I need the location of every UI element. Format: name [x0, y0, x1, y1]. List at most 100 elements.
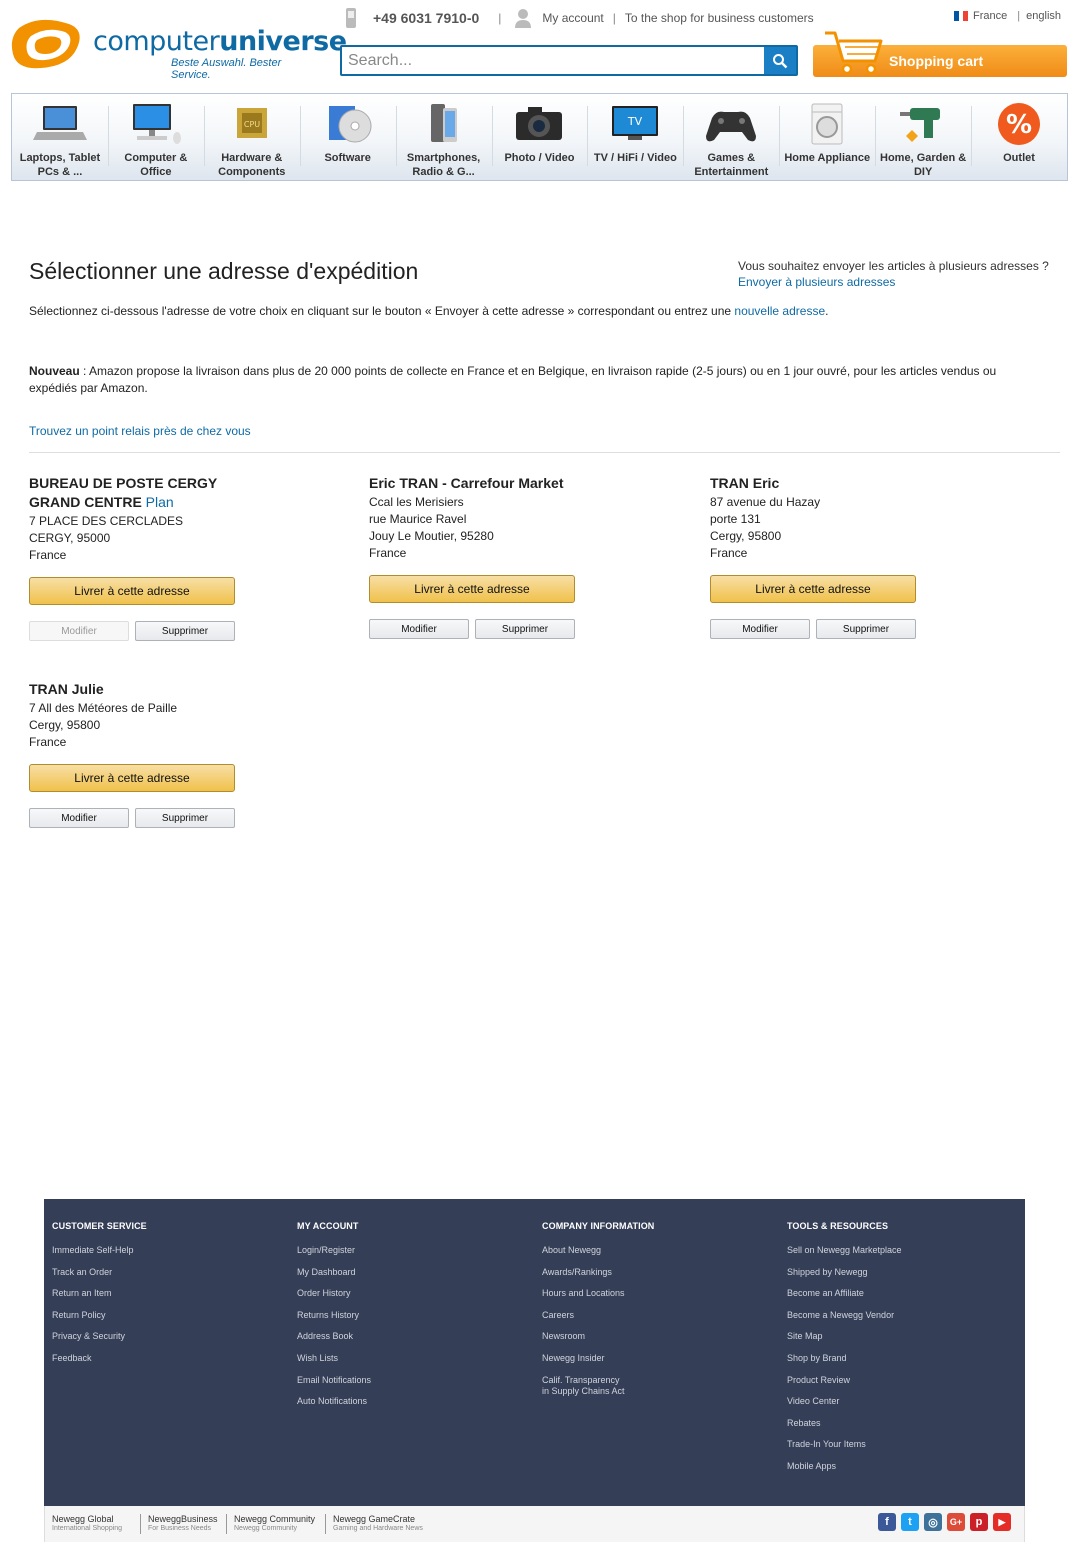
intro-paragraph: Sélectionnez ci-dessous l'adresse de vot…: [29, 304, 828, 318]
category-outlet[interactable]: % Outlet: [971, 94, 1067, 180]
footer-link[interactable]: Trade-In Your Items: [787, 1439, 902, 1450]
address-country: France: [369, 546, 407, 560]
footer-link[interactable]: Shop by Brand: [787, 1353, 902, 1364]
footer-link[interactable]: Become an Affiliate: [787, 1288, 902, 1299]
footer-link[interactable]: Auto Notifications: [297, 1396, 371, 1407]
footer-link[interactable]: Site Map: [787, 1331, 902, 1342]
address-name: Eric TRAN - Carrefour Market: [369, 475, 564, 491]
google-plus-icon[interactable]: G+: [947, 1513, 965, 1531]
search-input[interactable]: [342, 47, 764, 74]
find-relay-point-link[interactable]: Trouvez un point relais près de chez vou…: [29, 424, 251, 438]
footer-link[interactable]: Careers: [542, 1310, 654, 1321]
footer-link[interactable]: Awards/Rankings: [542, 1267, 654, 1278]
category-software[interactable]: Software: [299, 94, 396, 180]
address-map-link[interactable]: Plan: [146, 494, 174, 510]
footer-bottom-link[interactable]: Newegg Community Newegg Community: [226, 1514, 315, 1534]
deliver-to-address-button[interactable]: Livrer à cette adresse: [710, 575, 916, 603]
address-card: TRAN Eric 87 avenue du Hazay porte 131 C…: [710, 474, 940, 639]
category-home-garden[interactable]: Home, Garden & DIY: [875, 94, 971, 180]
category-photo-video[interactable]: Photo / Video: [491, 94, 588, 180]
footer-bottom-link[interactable]: NeweggBusiness For Business Needs: [140, 1514, 218, 1534]
laptop-icon: [32, 106, 87, 140]
footer-link[interactable]: Newegg Insider: [542, 1353, 654, 1364]
my-account-link[interactable]: My account: [542, 11, 603, 25]
footer-bottom-link[interactable]: Newegg Global International Shopping: [52, 1514, 122, 1534]
footer-link[interactable]: Return an Item: [52, 1288, 147, 1299]
footer-link[interactable]: Hours and Locations: [542, 1288, 654, 1299]
page-title: Sélectionner une adresse d'expédition: [29, 258, 419, 284]
france-flag-icon: [954, 11, 969, 21]
youtube-icon[interactable]: ▶: [993, 1513, 1011, 1531]
site-logo[interactable]: computeruniverse Beste Auswahl. Bester S…: [11, 18, 347, 81]
washing-machine-icon: [811, 103, 843, 145]
address-name: BUREAU DE POSTE CERGY GRAND CENTRE Plan: [29, 475, 217, 510]
category-computer-office[interactable]: Computer & Office: [107, 94, 204, 180]
address-line: 7 All des Météores de Paille: [29, 701, 178, 715]
shopping-cart-button[interactable]: Shopping cart: [813, 31, 1067, 77]
category-label: Photo / Video: [504, 152, 575, 164]
footer-link[interactable]: About Newegg: [542, 1245, 654, 1256]
footer-link[interactable]: Track an Order: [52, 1267, 147, 1278]
category-hardware[interactable]: CPU Hardware & Components: [203, 94, 300, 180]
tv-icon: TV: [612, 106, 659, 140]
footer-link[interactable]: Order History: [297, 1288, 371, 1299]
deliver-to-address-button[interactable]: Livrer à cette adresse: [29, 764, 235, 792]
footer-link[interactable]: Returns History: [297, 1310, 371, 1321]
footer-link[interactable]: Privacy & Security: [52, 1331, 147, 1342]
delete-address-button[interactable]: Supprimer: [475, 619, 575, 639]
deliver-to-address-button[interactable]: Livrer à cette adresse: [29, 577, 235, 605]
social-links: f t ◎ G+ p ▶: [878, 1513, 1011, 1531]
modify-address-button[interactable]: Modifier: [369, 619, 469, 639]
category-games[interactable]: Games & Entertainment: [683, 94, 779, 180]
footer-link[interactable]: Email Notifications: [297, 1375, 371, 1386]
footer-link[interactable]: Address Book: [297, 1331, 371, 1342]
footer-bottom-link[interactable]: Newegg GameCrate Gaming and Hardware News: [325, 1514, 423, 1534]
category-nav: Laptops, Tablet PCs & ... Computer & Off…: [11, 93, 1068, 181]
footer-link[interactable]: Mobile Apps: [787, 1461, 902, 1472]
delete-address-button[interactable]: Supprimer: [816, 619, 916, 639]
category-smartphones[interactable]: Smartphones, Radio & G...: [395, 94, 492, 180]
footer-link[interactable]: Product Review: [787, 1375, 902, 1386]
new-address-link[interactable]: nouvelle adresse: [734, 304, 825, 318]
category-laptops[interactable]: Laptops, Tablet PCs & ...: [12, 94, 108, 180]
footer-link[interactable]: Shipped by Newegg: [787, 1267, 902, 1278]
modify-address-button[interactable]: Modifier: [710, 619, 810, 639]
address-card: TRAN Julie 7 All des Météores de Paille …: [29, 680, 259, 828]
footer-link[interactable]: Login/Register: [297, 1245, 371, 1256]
footer-link[interactable]: Sell on Newegg Marketplace: [787, 1245, 902, 1256]
multi-address-link[interactable]: Envoyer à plusieurs adresses: [738, 275, 895, 289]
footer-link[interactable]: Video Center: [787, 1396, 902, 1407]
category-home-appliance[interactable]: Home Appliance: [779, 94, 875, 180]
search-icon: [773, 53, 788, 68]
footer-link[interactable]: Rebates: [787, 1418, 902, 1429]
delete-address-button[interactable]: Supprimer: [135, 621, 235, 641]
modify-address-button[interactable]: Modifier: [29, 808, 129, 828]
address-name: TRAN Julie: [29, 681, 104, 697]
footer-link[interactable]: Newsroom: [542, 1331, 654, 1342]
percent-icon: %: [998, 103, 1041, 145]
pinterest-icon[interactable]: p: [970, 1513, 988, 1531]
delete-address-button[interactable]: Supprimer: [135, 808, 235, 828]
footer-link[interactable]: Return Policy: [52, 1310, 147, 1321]
instagram-icon[interactable]: ◎: [924, 1513, 942, 1531]
lang-english-link[interactable]: english: [1026, 10, 1061, 22]
footer-link[interactable]: My Dashboard: [297, 1267, 371, 1278]
divider: [29, 452, 1060, 453]
business-shop-link[interactable]: To the shop for business customers: [625, 11, 814, 25]
twitter-icon[interactable]: t: [901, 1513, 919, 1531]
lang-france-link[interactable]: France: [973, 10, 1007, 22]
footer-link[interactable]: Immediate Self-Help: [52, 1245, 147, 1256]
category-label: TV / HiFi / Video: [593, 152, 677, 164]
footer-link[interactable]: Feedback: [52, 1353, 147, 1364]
category-tv-hifi[interactable]: TV TV / HiFi / Video: [587, 94, 683, 180]
footer-link[interactable]: Wish Lists: [297, 1353, 371, 1364]
category-label: Smartphones, Radio & G...: [406, 152, 481, 178]
footer-link[interactable]: Become a Newegg Vendor: [787, 1310, 902, 1321]
deliver-to-address-button[interactable]: Livrer à cette adresse: [369, 575, 575, 603]
search-button[interactable]: [764, 47, 796, 74]
footer-link[interactable]: Calif. Transparency in Supply Chains Act: [542, 1375, 654, 1397]
logo-wordmark: computeruniverse: [93, 26, 347, 57]
separator: |: [1017, 10, 1021, 22]
facebook-icon[interactable]: f: [878, 1513, 896, 1531]
phone-number[interactable]: +49 6031 7910-0: [373, 10, 479, 26]
